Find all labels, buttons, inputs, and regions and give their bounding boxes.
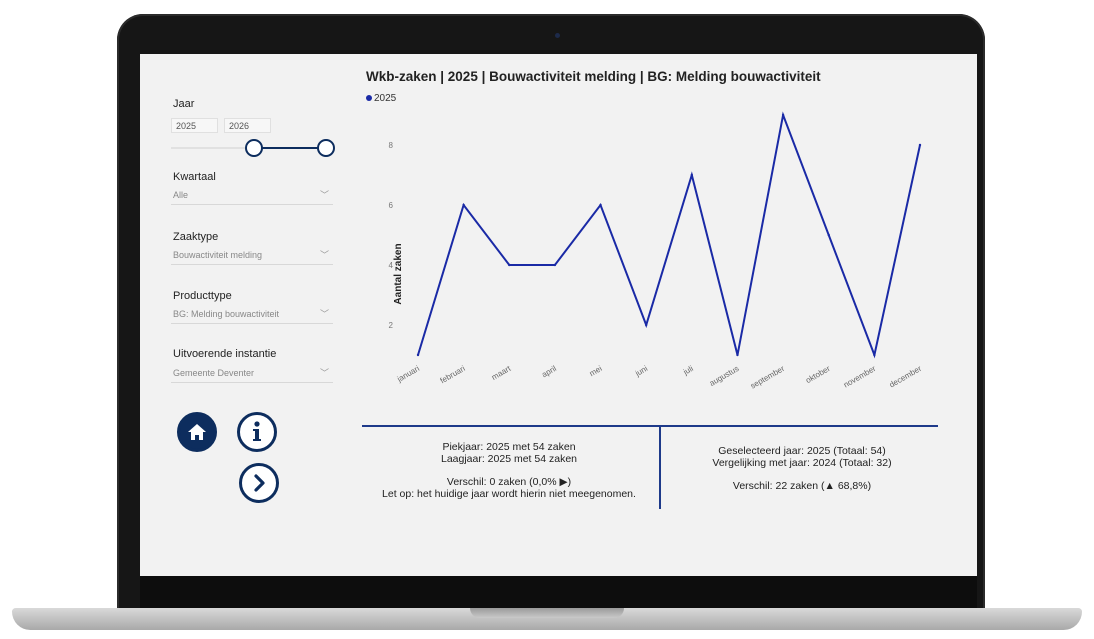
data-point-januari[interactable] xyxy=(416,353,420,357)
x-tick-label: juni xyxy=(633,364,649,379)
camera xyxy=(555,33,560,38)
x-tick-label: april xyxy=(540,364,558,379)
laagjaar-text: Laagjaar: 2025 met 54 zaken xyxy=(440,453,577,465)
data-point-maart[interactable] xyxy=(508,263,511,267)
x-tick-label: december xyxy=(888,364,924,390)
verschil-left-text: Verschil: 0 zaken (0,0% ▶) xyxy=(446,476,572,488)
data-point-juli[interactable] xyxy=(690,173,694,177)
data-point-november[interactable] xyxy=(873,353,876,357)
x-tick-label: september xyxy=(749,364,787,391)
data-point-augustus[interactable] xyxy=(736,353,739,357)
data-point-april[interactable] xyxy=(553,263,557,267)
geselecteerd-text: Geselecteerd jaar: 2025 (Totaal: 54) xyxy=(718,445,886,457)
y-tick-label: 8 xyxy=(389,141,394,150)
data-point-mei[interactable] xyxy=(599,203,602,207)
let-op-text: Let op: het huidige jaar wordt hierin ni… xyxy=(382,488,636,500)
report-screen: Jaar 2025 2026 Kwartaal Alle ﹀ Zaaktype … xyxy=(140,54,977,576)
y-tick-label: 2 xyxy=(389,321,394,330)
verschil-right-text: Verschil: 22 zaken (▲ 68,8%) xyxy=(732,480,872,492)
y-axis-label: Aantal zaken xyxy=(393,243,404,304)
stats-left: Piekjaar: 2025 met 54 zaken Laagjaar: 20… xyxy=(369,441,649,500)
laptop-base-notch xyxy=(470,608,624,618)
x-tick-label: mei xyxy=(588,364,604,378)
x-tick-label: februari xyxy=(439,364,467,385)
year-slider-handle-to[interactable] xyxy=(317,139,335,157)
stats-right: Geselecteerd jaar: 2025 (Totaal: 54) Ver… xyxy=(672,445,932,492)
x-tick-label: juli xyxy=(681,364,695,377)
x-tick-label: oktober xyxy=(804,364,832,385)
vergelijking-text: Vergelijking met jaar: 2024 (Totaal: 32) xyxy=(712,457,892,469)
x-tick-label: januari xyxy=(395,364,421,384)
data-point-december[interactable] xyxy=(918,143,922,147)
x-tick-label: augustus xyxy=(708,364,741,388)
y-tick-label: 6 xyxy=(389,201,394,210)
data-point-juni[interactable] xyxy=(644,323,648,327)
x-tick-label: maart xyxy=(490,364,513,382)
x-tick-label: november xyxy=(842,364,878,390)
data-point-september[interactable] xyxy=(781,113,785,117)
series-line-2025 xyxy=(417,111,921,359)
y-tick-label: 4 xyxy=(389,261,394,270)
data-point-februari[interactable] xyxy=(462,203,465,207)
piekjaar-text: Piekjaar: 2025 met 54 zaken xyxy=(442,441,576,453)
data-point-oktober[interactable] xyxy=(827,233,830,237)
year-slider-handle-from[interactable] xyxy=(245,139,263,157)
